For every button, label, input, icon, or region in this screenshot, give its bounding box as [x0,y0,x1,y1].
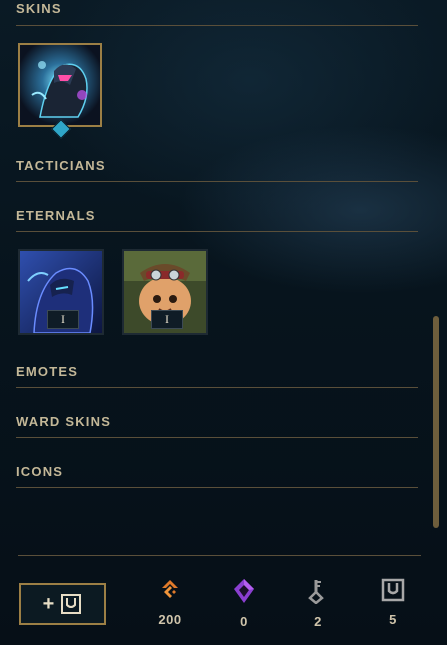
section-title-ward-skins[interactable]: WARD SKINS [16,414,111,429]
section-title-icons[interactable]: ICONS [16,464,63,479]
currency-value: 0 [240,614,248,629]
currency-keys[interactable]: 2 [293,578,343,629]
scrollbar-thumb[interactable] [433,316,439,528]
currency-value: 2 [314,614,322,629]
section-title-tacticians[interactable]: TACTICIANS [16,158,106,173]
footer-divider [18,555,421,556]
skin-item[interactable] [18,43,102,127]
eternal-item[interactable]: I [18,249,104,335]
currency-mythic-essence[interactable]: 0 [219,578,269,629]
key-icon [308,580,324,604]
section-title-eternals[interactable]: ETERNALS [16,208,96,223]
section-divider [16,437,418,438]
currency-chests[interactable]: 5 [368,578,418,627]
eternal-level-badge: I [151,310,183,329]
orange-essence-icon [162,580,178,598]
eternal-item[interactable]: I [122,249,208,335]
chest-icon [381,578,405,602]
section-divider [16,181,418,182]
currency-orange-essence[interactable]: 200 [145,578,195,627]
section-divider [16,231,418,232]
plus-label: + [42,592,55,615]
eternal-level-badge: I [47,310,79,329]
chest-icon [61,594,82,614]
skin-art-icon [20,45,100,125]
section-title-emotes[interactable]: EMOTES [16,364,78,379]
section-title-skins: SKINS [16,1,62,16]
currency-value: 5 [389,612,397,627]
mythic-essence-icon [234,579,254,603]
currency-value: 200 [158,612,182,627]
section-divider [16,387,418,388]
add-chest-button[interactable]: + [19,583,106,625]
section-divider [16,25,418,26]
section-divider [16,487,418,488]
